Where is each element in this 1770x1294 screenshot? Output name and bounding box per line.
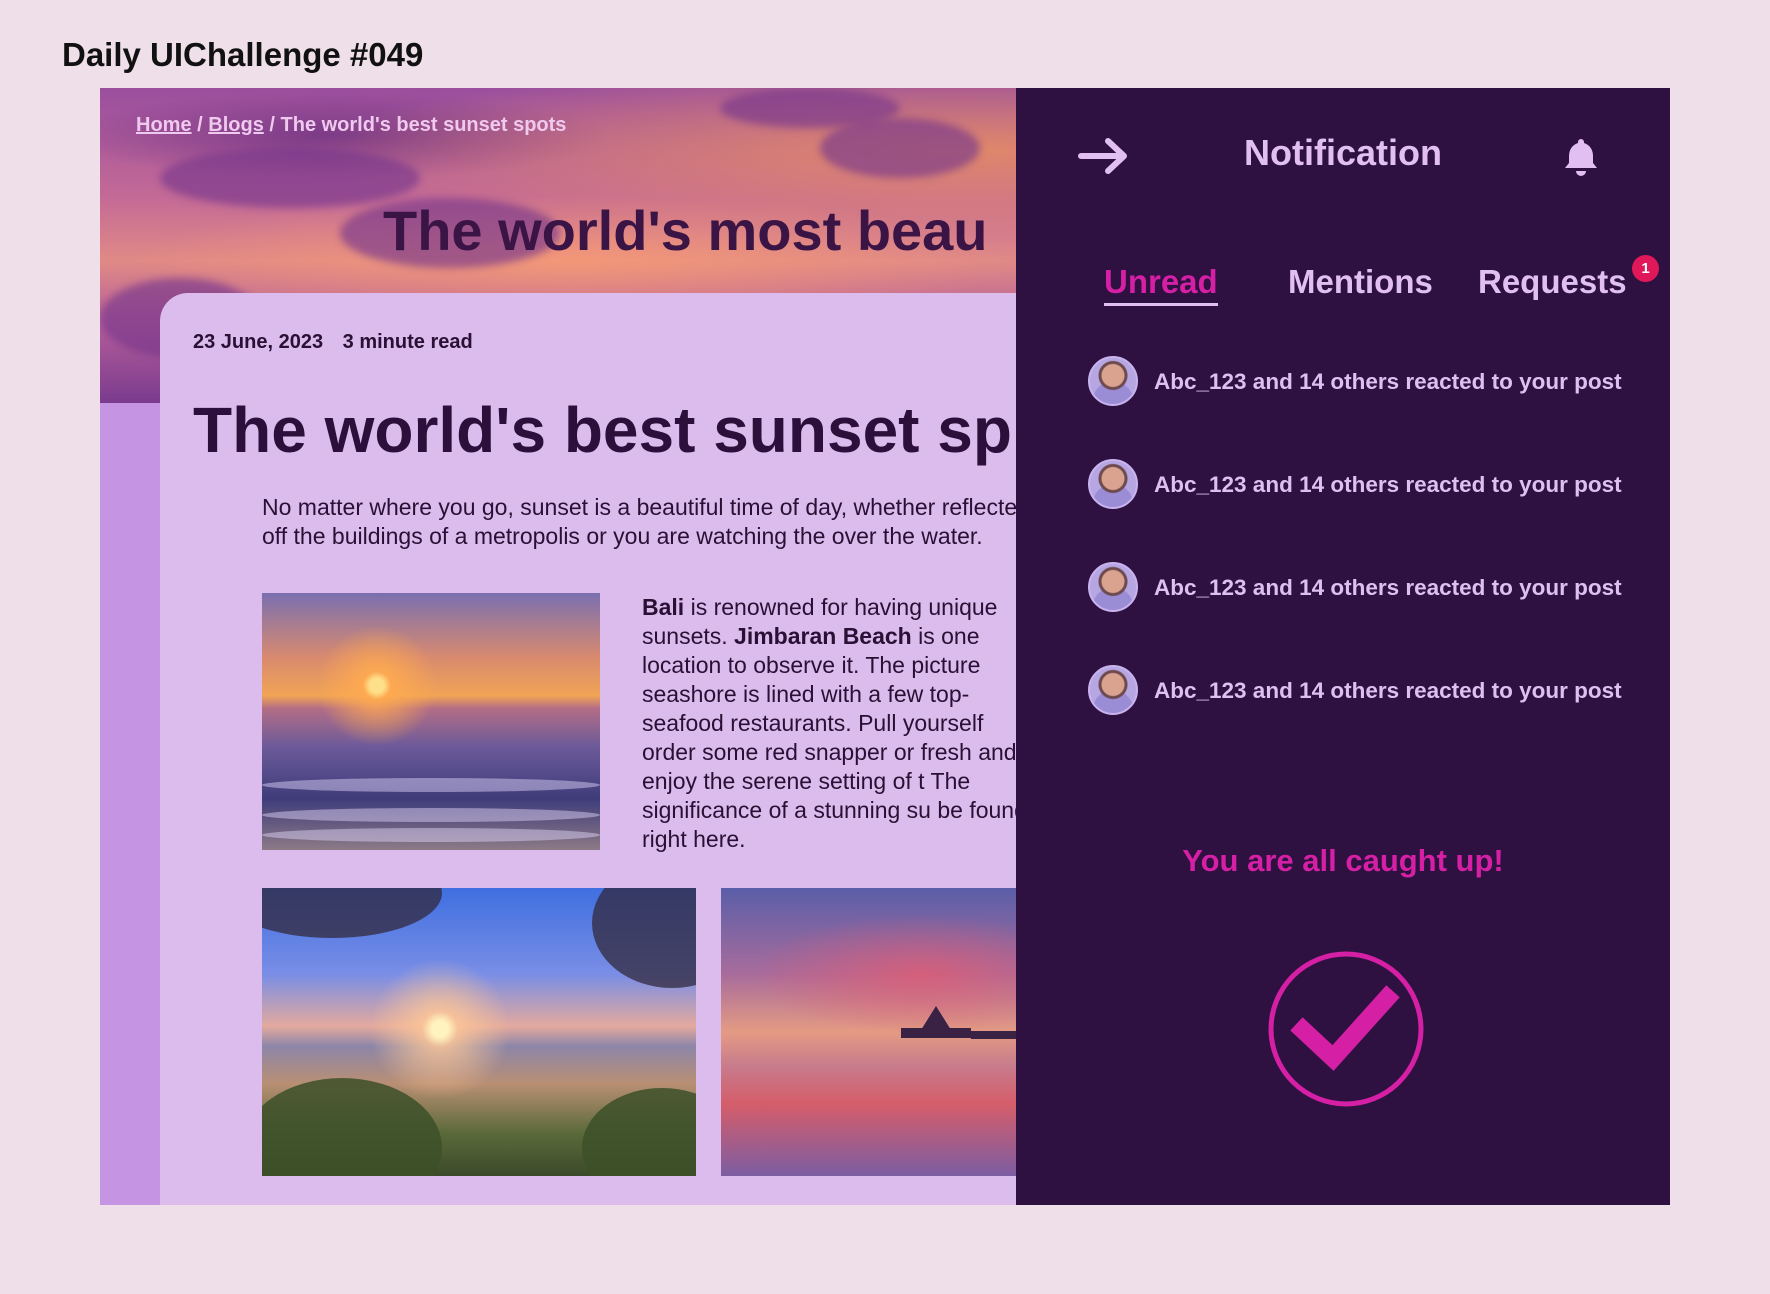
notification-item[interactable]: Abc_123 and 14 others reacted to your po… <box>1088 459 1648 562</box>
tab-requests[interactable]: Requests <box>1478 263 1627 301</box>
article-meta: 23 June, 2023 3 minute read <box>193 331 487 354</box>
avatar <box>1088 459 1138 509</box>
breadcrumb-current: The world's best sunset spots <box>280 114 567 136</box>
tab-mentions[interactable]: Mentions <box>1288 263 1433 301</box>
check-circle-icon <box>1268 951 1424 1107</box>
body-bold-jimbaran: Jimbaran Beach <box>734 623 912 649</box>
article-intro: No matter where you go, sunset is a beau… <box>262 494 1030 549</box>
notification-header: Notification <box>1016 88 1670 218</box>
notification-panel: Notification Unread Mentions Requests 1 … <box>1016 88 1670 1205</box>
article-body: Bali is renowned for having unique sunse… <box>642 593 1042 854</box>
beach-garden-image <box>262 888 696 1176</box>
tab-unread[interactable]: Unread <box>1104 263 1218 306</box>
avatar <box>1088 562 1138 612</box>
notification-text: Abc_123 and 14 others reacted to your po… <box>1154 678 1622 703</box>
avatar <box>1088 665 1138 715</box>
notification-item[interactable]: Abc_123 and 14 others reacted to your po… <box>1088 665 1648 768</box>
breadcrumb-home[interactable]: Home <box>136 114 192 136</box>
notification-list: Abc_123 and 14 others reacted to your po… <box>1088 356 1648 768</box>
avatar <box>1088 356 1138 406</box>
breadcrumb-separator: / <box>269 114 275 136</box>
caught-up-message: You are all caught up! <box>1182 843 1504 878</box>
body-text-2: is one location to observe it. The pictu… <box>642 623 1027 852</box>
breadcrumb-separator: / <box>197 114 203 136</box>
bali-sunset-image <box>262 593 600 850</box>
notification-text: Abc_123 and 14 others reacted to your po… <box>1154 369 1622 394</box>
notification-text: Abc_123 and 14 others reacted to your po… <box>1154 472 1622 497</box>
challenge-title: Daily UIChallenge #049 <box>62 36 424 73</box>
hero-title: The world's most beau <box>383 199 988 262</box>
breadcrumb: Home / Blogs / The world's best sunset s… <box>136 114 566 137</box>
body-bold-bali: Bali <box>642 594 685 620</box>
article-title: The world's best sunset sp <box>193 394 1012 466</box>
requests-badge: 1 <box>1632 255 1659 282</box>
breadcrumb-blogs[interactable]: Blogs <box>208 114 264 136</box>
notification-item[interactable]: Abc_123 and 14 others reacted to your po… <box>1088 356 1648 459</box>
notification-text: Abc_123 and 14 others reacted to your po… <box>1154 575 1622 600</box>
article-date: 23 June, 2023 <box>193 331 324 353</box>
notification-tabs: Unread Mentions Requests 1 <box>1088 255 1659 323</box>
bell-icon[interactable] <box>1561 136 1601 176</box>
article-read-time: 3 minute read <box>342 331 473 353</box>
notification-item[interactable]: Abc_123 and 14 others reacted to your po… <box>1088 562 1648 665</box>
